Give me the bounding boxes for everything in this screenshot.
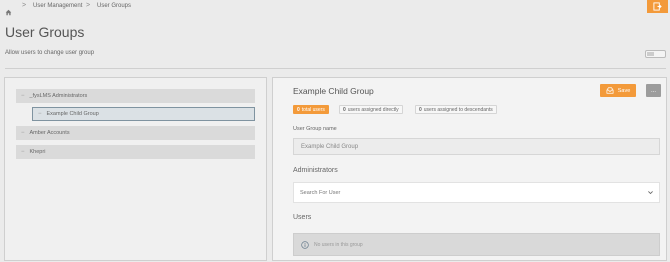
total-users-badge: 0 total users [293,105,329,114]
breadcrumb-user-groups[interactable]: User Groups [97,3,131,9]
group-title: Example Child Group [293,86,374,96]
divider [5,68,666,69]
toggle-knob [647,52,654,56]
users-empty-notice: No users in this group [293,233,660,256]
home-icon[interactable] [5,3,12,16]
allow-change-group-label: Allow users to change user group [5,50,95,56]
allow-change-group-toggle[interactable] [645,50,666,58]
descendant-users-label: users assigned to descendants [423,106,493,113]
group-detail-panel: Example Child Group Save ... 0 total use… [272,77,667,261]
tree-node-fyslms-administrators[interactable]: − _fysLMS Administrators [16,89,255,103]
group-name-label: User Group name [293,126,337,132]
chevron-down-icon [648,191,653,195]
tree-node-label: _fysLMS Administrators [29,93,88,99]
admin-search-placeholder: Search For User [300,189,341,196]
users-heading: Users [293,214,312,221]
tree-node-label: Khepri [29,149,46,155]
info-icon [301,240,309,249]
total-users-count: 0 [297,106,300,113]
users-empty-text: No users in this group [314,241,363,248]
direct-users-label: users assigned directly [347,106,399,113]
descendant-users-count: 0 [419,106,422,113]
tree-node-label: Amber Accounts [29,130,70,136]
tree-node-khepri[interactable]: − Khepri [16,145,255,159]
tree-node-example-child-group[interactable]: − Example Child Group [32,107,255,121]
collapse-icon[interactable]: − [21,130,25,136]
direct-users-badge: 0 users assigned directly [339,105,403,114]
total-users-label: total users [301,106,325,113]
administrators-heading: Administrators [293,167,338,174]
more-options-button[interactable]: ... [646,84,661,97]
collapse-icon[interactable]: − [21,149,25,155]
admin-search-select[interactable]: Search For User [293,182,660,203]
save-label: Save [617,87,631,94]
breadcrumb-user-management[interactable]: User Management [33,3,82,9]
exit-icon [653,2,662,11]
tree-node-amber-accounts[interactable]: − Amber Accounts [16,126,255,140]
top-bar: > User Management > User Groups [0,0,670,16]
group-name-input[interactable]: Example Child Group [293,138,660,155]
breadcrumb-separator: > [86,2,91,9]
collapse-icon[interactable]: − [21,93,25,99]
save-button[interactable]: Save [600,84,636,97]
page-title: User Groups [5,24,85,40]
tree-node-label: Example Child Group [46,111,99,117]
collapse-icon[interactable]: − [38,111,42,117]
breadcrumb-separator: > [22,2,27,9]
exit-button[interactable] [647,0,668,13]
descendant-users-badge: 0 users assigned to descendants [415,105,497,114]
inbox-icon [606,87,614,94]
direct-users-count: 0 [343,106,346,113]
group-tree-panel: − _fysLMS Administrators − Example Child… [4,77,267,261]
